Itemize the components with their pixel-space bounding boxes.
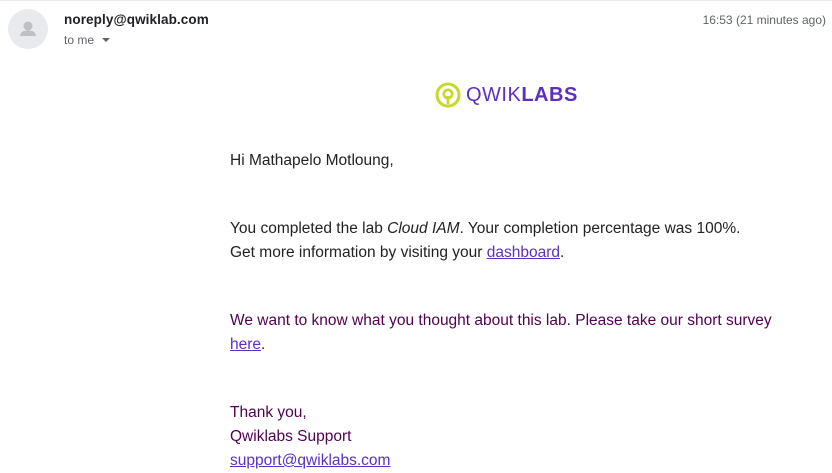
recipient-label: to me [64,33,95,47]
signoff-thanks: Thank you, [230,404,307,421]
email-timestamp: 16:53 (21 minutes ago) [702,13,826,27]
qwiklabs-wordmark: QWIKLABS [466,84,578,106]
email-view: noreply@qwiklab.com to me 16:53 (21 minu… [0,0,832,473]
email-body: Hi Mathapelo Motloung, You completed the… [230,149,790,473]
greeting: Hi Mathapelo Motloung, [230,152,394,169]
dashboard-link[interactable]: dashboard [487,244,560,261]
qwiklabs-logo: QWIKLABS [435,81,578,109]
survey-message: We want to know what you thought about t… [230,312,772,353]
qwiklabs-mark-icon [435,82,461,108]
support-email-link[interactable]: support@qwiklabs.com [230,452,390,469]
lab-name: Cloud IAM [387,220,460,237]
sender-address[interactable]: noreply@qwiklab.com [64,12,209,27]
recipient-details[interactable]: to me [64,33,111,47]
completion-message: You completed the lab Cloud IAM. Your co… [230,220,741,261]
signature: Thank you, Qwiklabs Support support@qwikla… [230,401,790,473]
show-details-dropdown-icon[interactable] [102,38,111,42]
signoff-team: Qwiklabs Support [230,428,352,445]
person-icon [20,21,36,36]
survey-link[interactable]: here [230,336,261,353]
sender-avatar[interactable] [8,9,48,49]
